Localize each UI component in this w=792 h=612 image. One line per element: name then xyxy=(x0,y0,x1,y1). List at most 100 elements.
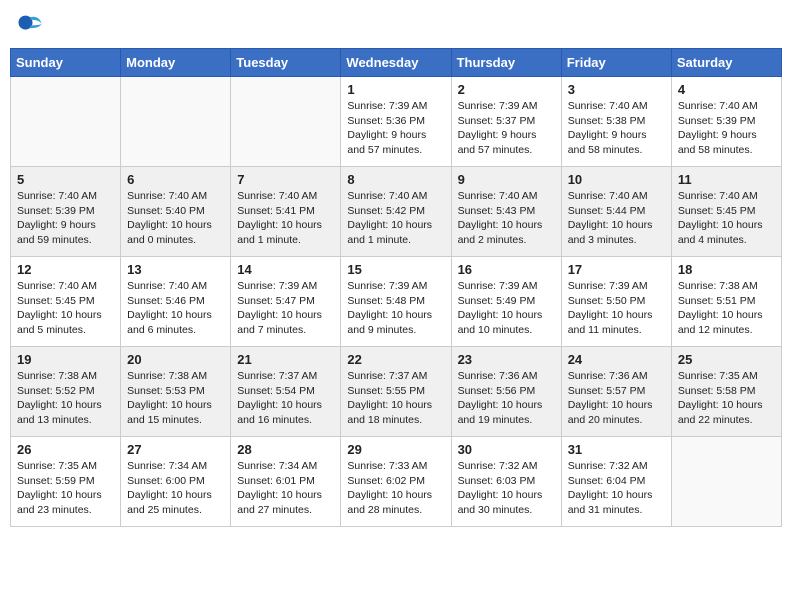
day-number: 15 xyxy=(347,262,444,277)
day-number: 26 xyxy=(17,442,114,457)
day-number: 27 xyxy=(127,442,224,457)
day-number: 19 xyxy=(17,352,114,367)
day-info: Sunrise: 7:33 AM Sunset: 6:02 PM Dayligh… xyxy=(347,459,444,518)
day-info: Sunrise: 7:39 AM Sunset: 5:47 PM Dayligh… xyxy=(237,279,334,338)
calendar-cell: 16 Sunrise: 7:39 AM Sunset: 5:49 PM Dayli… xyxy=(451,257,561,347)
day-info: Sunrise: 7:39 AM Sunset: 5:36 PM Dayligh… xyxy=(347,99,444,158)
weekday-header-row: SundayMondayTuesdayWednesdayThursdayFrid… xyxy=(11,49,782,77)
day-number: 7 xyxy=(237,172,334,187)
calendar-cell: 17Sunrise: 7:39 AM Sunset: 5:50 PM Dayli… xyxy=(561,257,671,347)
day-number: 21 xyxy=(237,352,334,367)
weekday-header: Saturday xyxy=(671,49,781,77)
day-info: Sunrise: 7:40 AM Sunset: 5:42 PM Dayligh… xyxy=(347,189,444,248)
weekday-header: Sunday xyxy=(11,49,121,77)
weekday-header: Tuesday xyxy=(231,49,341,77)
day-info: Sunrise: 7:38 AM Sunset: 5:53 PM Dayligh… xyxy=(127,369,224,428)
day-info: Sunrise: 7:40 AM Sunset: 5:46 PM Dayligh… xyxy=(127,279,224,338)
day-info: Sunrise: 7:39 AM Sunset: 5:50 PM Dayligh… xyxy=(568,279,665,338)
day-number: 28 xyxy=(237,442,334,457)
day-info: Sunrise: 7:38 AM Sunset: 5:51 PM Dayligh… xyxy=(678,279,775,338)
day-info: Sunrise: 7:35 AM Sunset: 5:58 PM Dayligh… xyxy=(678,369,775,428)
day-info: Sunrise: 7:40 AM Sunset: 5:45 PM Dayligh… xyxy=(17,279,114,338)
calendar-cell: 2 Sunrise: 7:39 AM Sunset: 5:37 PM Daylig… xyxy=(451,77,561,167)
day-info: Sunrise: 7:40 AM Sunset: 5:45 PM Dayligh… xyxy=(678,189,775,248)
day-number: 10 xyxy=(568,172,665,187)
day-number: 1 xyxy=(347,82,444,97)
day-info: Sunrise: 7:39 AM Sunset: 5:49 PM Dayligh… xyxy=(458,279,555,338)
day-info: Sunrise: 7:40 AM Sunset: 5:43 PM Dayligh… xyxy=(458,189,555,248)
calendar-cell xyxy=(231,77,341,167)
calendar-cell: 30 Sunrise: 7:32 AM Sunset: 6:03 PM Dayli… xyxy=(451,437,561,527)
day-info: Sunrise: 7:34 AM Sunset: 6:01 PM Dayligh… xyxy=(237,459,334,518)
day-number: 25 xyxy=(678,352,775,367)
day-number: 11 xyxy=(678,172,775,187)
day-number: 5 xyxy=(17,172,114,187)
calendar-cell: 22Sunrise: 7:37 AM Sunset: 5:55 PM Dayli… xyxy=(341,347,451,437)
day-number: 24 xyxy=(568,352,665,367)
calendar-cell: 8 Sunrise: 7:40 AM Sunset: 5:42 PM Daylig… xyxy=(341,167,451,257)
weekday-header: Thursday xyxy=(451,49,561,77)
day-number: 14 xyxy=(237,262,334,277)
calendar-cell: 13 Sunrise: 7:40 AM Sunset: 5:46 PM Dayli… xyxy=(121,257,231,347)
logo xyxy=(15,10,48,38)
calendar-week-row: 1 Sunrise: 7:39 AM Sunset: 5:36 PM Daylig… xyxy=(11,77,782,167)
calendar-cell: 4Sunrise: 7:40 AM Sunset: 5:39 PM Daylig… xyxy=(671,77,781,167)
day-number: 29 xyxy=(347,442,444,457)
day-info: Sunrise: 7:36 AM Sunset: 5:57 PM Dayligh… xyxy=(568,369,665,428)
day-info: Sunrise: 7:39 AM Sunset: 5:48 PM Dayligh… xyxy=(347,279,444,338)
day-number: 30 xyxy=(458,442,555,457)
day-number: 6 xyxy=(127,172,224,187)
logo-icon xyxy=(15,10,43,38)
day-number: 23 xyxy=(458,352,555,367)
day-number: 9 xyxy=(458,172,555,187)
weekday-header: Wednesday xyxy=(341,49,451,77)
day-info: Sunrise: 7:32 AM Sunset: 6:03 PM Dayligh… xyxy=(458,459,555,518)
calendar-week-row: 19Sunrise: 7:38 AM Sunset: 5:52 PM Dayli… xyxy=(11,347,782,437)
day-number: 18 xyxy=(678,262,775,277)
calendar-cell: 29 Sunrise: 7:33 AM Sunset: 6:02 PM Dayli… xyxy=(341,437,451,527)
page-header xyxy=(10,10,782,38)
day-info: Sunrise: 7:35 AM Sunset: 5:59 PM Dayligh… xyxy=(17,459,114,518)
day-number: 8 xyxy=(347,172,444,187)
day-number: 20 xyxy=(127,352,224,367)
calendar-cell xyxy=(11,77,121,167)
day-number: 2 xyxy=(458,82,555,97)
day-info: Sunrise: 7:32 AM Sunset: 6:04 PM Dayligh… xyxy=(568,459,665,518)
day-info: Sunrise: 7:34 AM Sunset: 6:00 PM Dayligh… xyxy=(127,459,224,518)
day-info: Sunrise: 7:40 AM Sunset: 5:38 PM Dayligh… xyxy=(568,99,665,158)
day-info: Sunrise: 7:37 AM Sunset: 5:54 PM Dayligh… xyxy=(237,369,334,428)
calendar-cell: 9 Sunrise: 7:40 AM Sunset: 5:43 PM Daylig… xyxy=(451,167,561,257)
calendar-cell: 28 Sunrise: 7:34 AM Sunset: 6:01 PM Dayli… xyxy=(231,437,341,527)
calendar-cell: 27 Sunrise: 7:34 AM Sunset: 6:00 PM Dayli… xyxy=(121,437,231,527)
day-number: 16 xyxy=(458,262,555,277)
day-number: 4 xyxy=(678,82,775,97)
calendar-cell: 1 Sunrise: 7:39 AM Sunset: 5:36 PM Daylig… xyxy=(341,77,451,167)
day-info: Sunrise: 7:40 AM Sunset: 5:44 PM Dayligh… xyxy=(568,189,665,248)
weekday-header: Friday xyxy=(561,49,671,77)
calendar-week-row: 5 Sunrise: 7:40 AM Sunset: 5:39 PM Daylig… xyxy=(11,167,782,257)
calendar-cell: 20 Sunrise: 7:38 AM Sunset: 5:53 PM Dayli… xyxy=(121,347,231,437)
day-info: Sunrise: 7:36 AM Sunset: 5:56 PM Dayligh… xyxy=(458,369,555,428)
calendar-cell: 12Sunrise: 7:40 AM Sunset: 5:45 PM Dayli… xyxy=(11,257,121,347)
day-number: 22 xyxy=(347,352,444,367)
day-info: Sunrise: 7:40 AM Sunset: 5:41 PM Dayligh… xyxy=(237,189,334,248)
calendar-cell: 6 Sunrise: 7:40 AM Sunset: 5:40 PM Daylig… xyxy=(121,167,231,257)
calendar-cell: 23 Sunrise: 7:36 AM Sunset: 5:56 PM Dayli… xyxy=(451,347,561,437)
day-number: 13 xyxy=(127,262,224,277)
calendar-cell: 25 Sunrise: 7:35 AM Sunset: 5:58 PM Dayli… xyxy=(671,347,781,437)
day-info: Sunrise: 7:39 AM Sunset: 5:37 PM Dayligh… xyxy=(458,99,555,158)
calendar-cell xyxy=(671,437,781,527)
calendar-cell: 15 Sunrise: 7:39 AM Sunset: 5:48 PM Dayli… xyxy=(341,257,451,347)
calendar-table: SundayMondayTuesdayWednesdayThursdayFrid… xyxy=(10,48,782,527)
calendar-cell: 10 Sunrise: 7:40 AM Sunset: 5:44 PM Dayli… xyxy=(561,167,671,257)
weekday-header: Monday xyxy=(121,49,231,77)
day-number: 31 xyxy=(568,442,665,457)
calendar-cell: 19Sunrise: 7:38 AM Sunset: 5:52 PM Dayli… xyxy=(11,347,121,437)
calendar-week-row: 26 Sunrise: 7:35 AM Sunset: 5:59 PM Dayli… xyxy=(11,437,782,527)
day-info: Sunrise: 7:40 AM Sunset: 5:39 PM Dayligh… xyxy=(17,189,114,248)
calendar-cell xyxy=(121,77,231,167)
calendar-cell: 31 Sunrise: 7:32 AM Sunset: 6:04 PM Dayli… xyxy=(561,437,671,527)
calendar-cell: 11 Sunrise: 7:40 AM Sunset: 5:45 PM Dayli… xyxy=(671,167,781,257)
calendar-cell: 18 Sunrise: 7:38 AM Sunset: 5:51 PM Dayli… xyxy=(671,257,781,347)
day-info: Sunrise: 7:40 AM Sunset: 5:40 PM Dayligh… xyxy=(127,189,224,248)
